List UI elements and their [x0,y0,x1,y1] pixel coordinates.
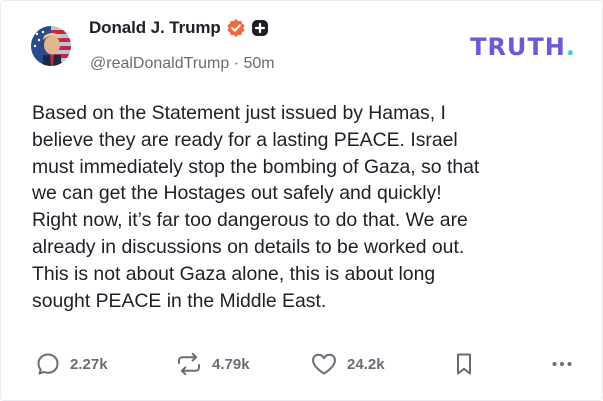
like-count: 24.2k [347,355,385,373]
brand-text: TRUTH [470,33,566,61]
brand-dot: . [565,33,576,61]
post-line: This is not about Gaza alone, this is ab… [32,262,436,285]
reply-button[interactable]: 2.27k [35,351,108,377]
post-card: Donald J. Trump @realDonaldTrump · 50m T… [0,0,603,401]
plus-badge-icon [251,19,269,37]
author-row: Donald J. Trump [89,18,269,38]
post-line: sought PEACE in the Middle East. [32,289,327,312]
post-line: must immediately stop the bombing of Gaz… [32,155,480,178]
more-icon [550,351,574,377]
truth-logo[interactable]: TRUTH. [470,33,576,61]
avatar[interactable] [31,26,71,66]
avatar-image [31,26,71,66]
retruth-button[interactable]: 4.79k [175,351,250,377]
author-handle[interactable]: @realDonaldTrump [90,55,229,72]
reply-count: 2.27k [70,355,108,373]
reply-icon [35,351,61,377]
retruth-count: 4.79k [212,355,250,373]
post-line: believe they are ready for a lasting PEA… [32,128,458,151]
post-body: Based on the Statement just issued by Ha… [32,100,572,314]
post-line: already in discussions on details to be … [32,235,465,258]
retruth-icon [175,351,203,377]
author-name[interactable]: Donald J. Trump [89,18,221,38]
handle-separator: · [233,55,240,72]
bookmark-button[interactable] [453,351,475,377]
action-bar: 2.27k 4.79k 24.2k [35,351,574,385]
bookmark-icon [453,351,475,377]
more-button[interactable] [550,351,574,377]
like-button[interactable]: 24.2k [310,351,385,377]
post-line: Right now, it’s far too dangerous to do … [32,209,468,232]
post-line: Based on the Statement just issued by Ha… [32,102,446,124]
post-line: we can get the Hostages out safely and q… [32,182,442,205]
verified-badge-icon [226,18,246,38]
handle-row: @realDonaldTrump · 50m [90,55,275,73]
post-time[interactable]: 50m [244,55,275,72]
like-icon [310,351,338,377]
